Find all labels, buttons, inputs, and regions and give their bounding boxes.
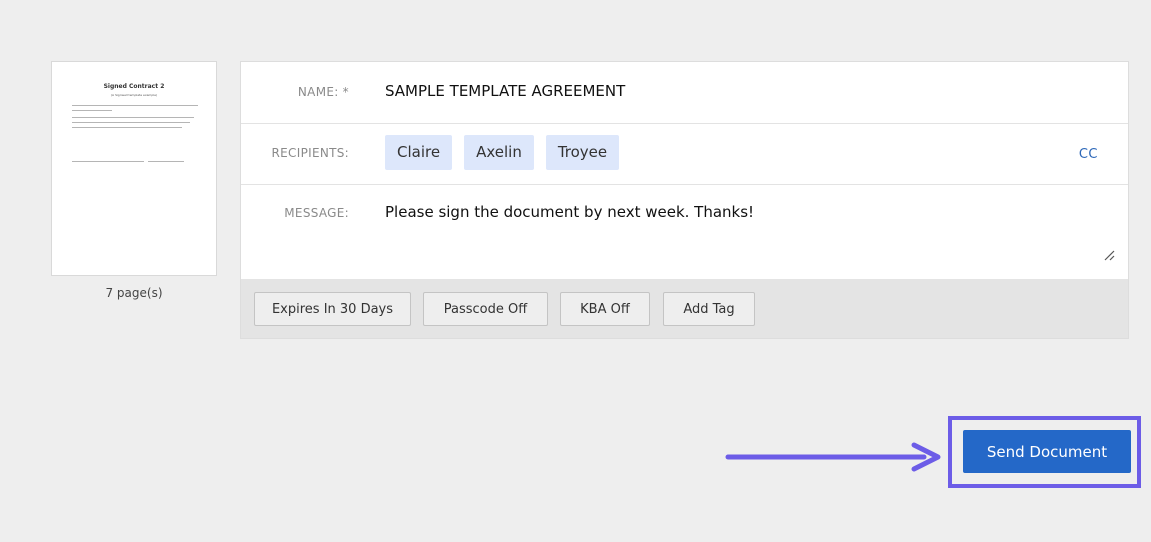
recipient-chip[interactable]: Troyee	[545, 135, 620, 170]
thumbnail-text-line	[72, 110, 112, 111]
document-thumbnail[interactable]: Signed Contract 2 (A Signwell template e…	[51, 61, 217, 276]
recipients-label: RECIPIENTS:	[271, 146, 349, 160]
passcode-button[interactable]: Passcode Off	[423, 292, 548, 326]
thumbnail-subtitle: (A Signwell template example)	[110, 93, 158, 97]
add-tag-button[interactable]: Add Tag	[663, 292, 755, 326]
thumbnail-text-line	[72, 161, 144, 162]
send-document-button[interactable]: Send Document	[963, 430, 1131, 473]
message-row: MESSAGE: Please sign the document by nex…	[241, 184, 1128, 279]
cc-link[interactable]: CC	[1079, 147, 1098, 162]
thumbnail-text-line	[72, 105, 198, 106]
message-label: MESSAGE:	[284, 206, 349, 220]
recipient-chips: Claire Axelin Troyee	[385, 135, 620, 170]
thumbnail-text-line	[72, 122, 190, 123]
thumbnail-title: Signed Contract 2	[103, 83, 165, 90]
name-field[interactable]: SAMPLE TEMPLATE AGREEMENT	[385, 82, 625, 100]
document-details-panel: NAME: * SAMPLE TEMPLATE AGREEMENT RECIPI…	[240, 61, 1129, 339]
message-field[interactable]: Please sign the document by next week. T…	[385, 203, 754, 221]
resize-handle-icon[interactable]	[1103, 249, 1115, 261]
recipient-chip[interactable]: Axelin	[464, 135, 534, 170]
name-label: NAME: *	[297, 85, 349, 99]
thumbnail-text-line	[72, 117, 194, 118]
page-count: 7 page(s)	[105, 286, 163, 300]
kba-button[interactable]: KBA Off	[560, 292, 650, 326]
expires-button[interactable]: Expires In 30 Days	[254, 292, 411, 326]
thumbnail-text-line	[148, 161, 184, 162]
recipient-chip[interactable]: Claire	[385, 135, 453, 170]
name-row: NAME: * SAMPLE TEMPLATE AGREEMENT	[241, 62, 1128, 124]
thumbnail-text-line	[72, 127, 182, 128]
arrow-right-icon	[725, 442, 941, 472]
document-options-toolbar: Expires In 30 Days Passcode Off KBA Off …	[241, 279, 1128, 338]
recipients-row: RECIPIENTS: Claire Axelin Troyee CC	[241, 123, 1128, 185]
